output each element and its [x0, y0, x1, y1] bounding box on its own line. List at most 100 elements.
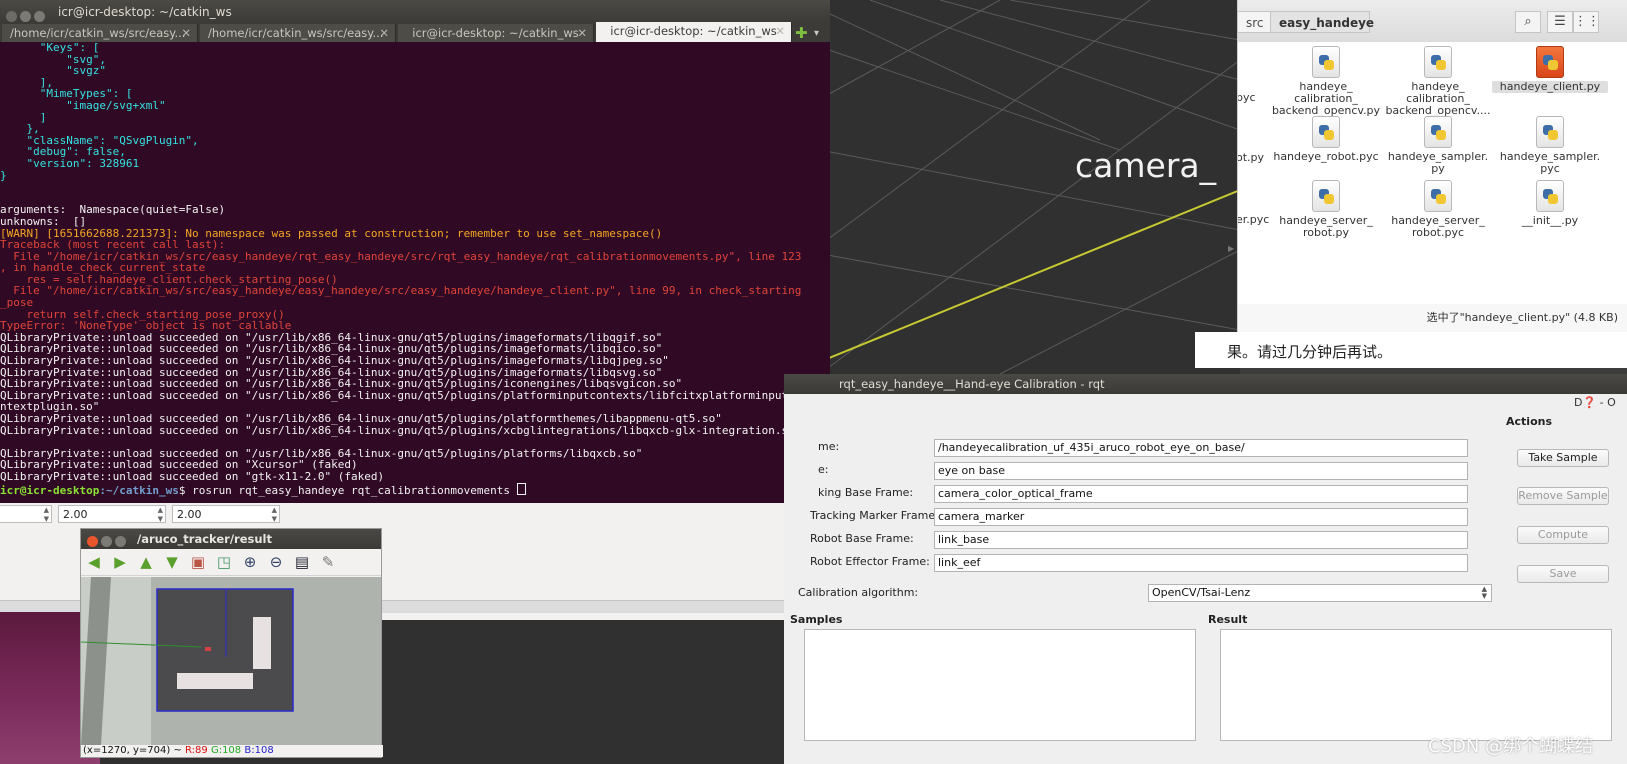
rqt-titlebar[interactable]: rqt_easy_handeye__Hand-eye Calibration -… [784, 374, 1627, 394]
terminal-line: arguments: Namespace(quiet=False) [0, 203, 226, 217]
terminal-line: QLibraryPrivate::unload succeeded on "gt… [0, 469, 385, 483]
terminal-tab[interactable]: /home/icr/catkin_ws/src/easy... ✕ [2, 24, 198, 42]
file-manager-status: 选中了"handeye_client.py" (4.8 KB) [1238, 304, 1627, 332]
minimize-icon[interactable] [20, 11, 31, 22]
zoom-region-icon[interactable]: ◳ [215, 553, 233, 571]
file-item[interactable]: handeye_sampler. py [1380, 116, 1496, 175]
terminal-line: QLibraryPrivate::unload succeeded on "/u… [0, 354, 669, 368]
aruco-result-window[interactable]: /aruco_tracker/result ◀ ▶ ▲ ▼ ▣ ◳ ⊕ ⊖ ▤ … [80, 528, 383, 758]
breadcrumb-easy-handeye[interactable]: easy_handeye [1270, 11, 1374, 33]
close-icon[interactable]: ✕ [775, 22, 785, 40]
file-manager-window[interactable]: src easy_handeye ⌕ ☰ ⋮⋮ handeye_ calibra… [1237, 0, 1627, 332]
save-button[interactable]: Save [1517, 565, 1609, 583]
namespace-label: me: [818, 440, 840, 453]
close-icon[interactable]: ✕ [181, 24, 191, 42]
robot-base-frame-label: Robot Base Frame: [810, 532, 914, 545]
file-item[interactable]: handeye_ calibration_ backend_opencv.... [1380, 46, 1496, 117]
tracking-base-frame-field[interactable]: camera_color_optical_frame [934, 485, 1468, 503]
close-icon[interactable] [6, 11, 17, 22]
robot-base-frame-field[interactable]: link_base [934, 531, 1468, 549]
robot-effector-frame-field[interactable]: link_eef [934, 554, 1468, 572]
file-item-label: handeye_client.py [1492, 81, 1608, 93]
tab-menu-chevron-down-icon[interactable]: ▾ [814, 28, 819, 39]
remove-sample-button[interactable]: Remove Sample [1517, 487, 1609, 505]
calibration-algorithm-select[interactable]: OpenCV/Tsai-Lenz ▲ ▼ [1148, 584, 1492, 602]
samples-header: Samples [790, 613, 843, 626]
file-item[interactable]: handeye_sampler. pyc [1492, 116, 1608, 175]
calibration-algorithm-label: Calibration algorithm: [798, 586, 919, 599]
breadcrumb-src[interactable]: src [1237, 11, 1271, 33]
terminal-tab[interactable]: icr@icr-desktop: ~/catkin_ws ✕ [398, 24, 594, 42]
file-item[interactable]: handeye_ calibration_ backend_opencv.py [1268, 46, 1384, 117]
aruco-window-title: /aruco_tracker/result [137, 532, 272, 546]
spin-box[interactable]: 2.00 ▲ ▼ [58, 505, 166, 523]
samples-list[interactable] [804, 629, 1196, 741]
terminal-line: QLibraryPrivate::unload succeeded on "/u… [0, 423, 802, 437]
python-file-icon [1312, 116, 1340, 148]
chevron-right-icon[interactable]: ▶ [1228, 244, 1234, 253]
compute-button[interactable]: Compute [1517, 526, 1609, 544]
file-item-label: handeye_robot.pyc [1273, 150, 1379, 163]
terminal-prompt-line: icr@icr-desktop:~/catkin_ws$ rosrun rqt_… [0, 482, 830, 496]
calibration-type-field[interactable]: eye on base [934, 462, 1468, 480]
search-icon[interactable]: ⌕ [1515, 11, 1541, 33]
file-item[interactable]: handeye_robot.pyc [1268, 116, 1384, 163]
terminal-line: Traceback (most recent call last): [0, 238, 226, 252]
arrow-down-icon[interactable]: ▼ [163, 553, 181, 571]
file-item-label: handeye_ calibration_ backend_opencv.... [1385, 80, 1491, 117]
file-item[interactable]: handeye_server_ robot.pyc [1380, 180, 1496, 239]
terminal-line: "image/svg+xml" [0, 98, 166, 112]
result-text[interactable] [1220, 629, 1612, 741]
python-file-icon [1312, 46, 1340, 78]
plugin-help-icons[interactable]: D❓ - O [1574, 396, 1616, 409]
terminal-window[interactable]: icr@icr-desktop: ~/catkin_ws /home/icr/c… [0, 0, 830, 503]
save-icon[interactable]: ▤ [293, 553, 311, 571]
file-grid: handeye_ calibration_ backend_opencv.py h… [1238, 42, 1627, 304]
properties-icon[interactable]: ✎ [319, 553, 337, 571]
python-file-icon [1424, 46, 1452, 78]
aruco-titlebar[interactable]: /aruco_tracker/result [81, 529, 381, 549]
spin-box[interactable]: 2.00 ▲ ▼ [172, 505, 280, 523]
close-icon[interactable] [87, 536, 98, 547]
list-view-icon[interactable]: ☰ [1547, 11, 1573, 33]
close-icon[interactable]: ✕ [379, 24, 389, 42]
file-item-partial[interactable]: ot.py [1238, 152, 1276, 164]
arrow-up-icon[interactable]: ▲ [137, 553, 155, 571]
namespace-field[interactable]: /handeyecalibration_uf_435i_aruco_robot_… [934, 439, 1468, 457]
file-item-label: handeye_sampler. pyc [1499, 150, 1601, 175]
terminal-line: }, [0, 122, 40, 136]
terminal-tab-active[interactable]: icr@icr-desktop: ~/catkin_ws ✕ [596, 22, 792, 42]
take-sample-button[interactable]: Take Sample [1517, 449, 1609, 467]
camera-image[interactable] [81, 577, 381, 745]
fit-image-icon[interactable]: ▣ [189, 553, 207, 571]
terminal-line: File "/home/icr/catkin_ws/src/easy_hande… [0, 284, 802, 298]
notice-text: 果。请过几分钟后再试。 [1225, 341, 1399, 362]
terminal-tab[interactable]: /home/icr/catkin_ws/src/easy... ✕ [200, 24, 396, 42]
zoom-in-icon[interactable]: ⊕ [241, 553, 259, 571]
tracking-marker-frame-label: Tracking Marker Frame: [810, 509, 939, 522]
arrow-right-icon[interactable]: ▶ [111, 553, 129, 571]
maximize-icon[interactable] [34, 11, 45, 22]
python-file-icon [1312, 180, 1340, 212]
file-item-partial[interactable]: pyc [1238, 92, 1276, 104]
arrow-left-icon[interactable]: ◀ [85, 553, 103, 571]
minimize-icon[interactable] [101, 536, 112, 547]
aruco-toolbar: ◀ ▶ ▲ ▼ ▣ ◳ ⊕ ⊖ ▤ ✎ [81, 549, 381, 576]
file-item[interactable]: handeye_client.py [1492, 46, 1608, 93]
python-file-icon [1536, 116, 1564, 148]
grid-view-icon[interactable]: ⋮⋮ [1573, 11, 1600, 33]
zoom-out-icon[interactable]: ⊖ [267, 553, 285, 571]
close-icon[interactable]: ✕ [577, 24, 587, 42]
new-tab-plus-icon[interactable]: ✚ [795, 24, 808, 42]
spin-box[interactable]: ▲ ▼ [0, 505, 52, 523]
maximize-icon[interactable] [115, 536, 126, 547]
aruco-camera-frame [81, 577, 381, 745]
file-item[interactable]: handeye_server_ robot.py [1268, 180, 1384, 239]
file-item[interactable]: __init__.py [1492, 180, 1608, 227]
rqt-calibration-window[interactable]: rqt_easy_handeye__Hand-eye Calibration -… [784, 374, 1627, 764]
file-item-partial[interactable]: er.pyc [1238, 214, 1276, 226]
terminal-line: "Keys": [ [0, 42, 100, 54]
terminal-output[interactable]: "Keys": [ "svg", "svgz" ], "MimeTypes": … [0, 42, 830, 503]
file-item-label: handeye_ calibration_ backend_opencv.py [1271, 80, 1381, 117]
tracking-marker-frame-field[interactable]: camera_marker [934, 508, 1468, 526]
